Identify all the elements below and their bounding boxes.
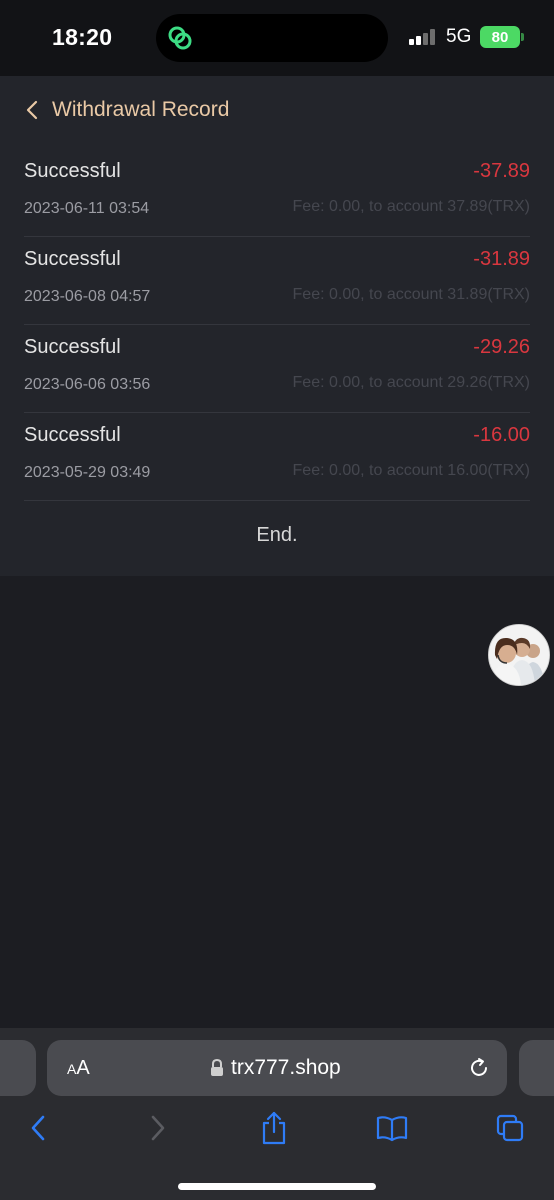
list-item: Successful -16.00 2023-05-29 03:49 Fee: …	[24, 412, 530, 501]
record-status: Successful	[24, 336, 121, 358]
record-amount: -37.89	[473, 160, 530, 182]
network-type: 5G	[446, 26, 472, 47]
tabs-icon	[496, 1114, 524, 1142]
list-end-text: End.	[256, 524, 298, 546]
reader-settings-button[interactable]: AA	[67, 1057, 90, 1080]
aa-small: A	[67, 1061, 77, 1077]
record-date: 2023-06-11 03:54	[24, 200, 150, 217]
url-text: trx777.shop	[231, 1056, 341, 1079]
record-status: Successful	[24, 248, 121, 270]
browser-toolbar	[0, 1108, 554, 1148]
share-icon	[262, 1111, 286, 1145]
support-agents-icon	[489, 625, 549, 685]
page-title: Withdrawal Record	[52, 98, 230, 121]
lock-icon	[211, 1059, 223, 1076]
bookmarks-button[interactable]	[372, 1108, 412, 1148]
previous-tab-preview[interactable]	[0, 1040, 36, 1096]
address-bar[interactable]: AA trx777.shop	[47, 1040, 507, 1096]
chevron-left-icon	[31, 1115, 45, 1141]
record-fee: Fee: 0.00, to account 31.89(TRX)	[292, 286, 530, 303]
customer-support-button[interactable]	[488, 624, 550, 686]
record-amount: -31.89	[473, 248, 530, 270]
record-fee: Fee: 0.00, to account 29.26(TRX)	[292, 374, 530, 391]
record-date: 2023-06-06 03:56	[24, 376, 151, 393]
record-date: 2023-05-29 03:49	[24, 464, 151, 481]
battery-tip	[521, 33, 524, 41]
link-icon	[168, 26, 192, 50]
record-date: 2023-06-08 04:57	[24, 288, 151, 305]
status-time: 18:20	[52, 24, 113, 50]
list-item: Successful -29.26 2023-06-06 03:56 Fee: …	[24, 324, 530, 413]
book-icon	[376, 1116, 408, 1142]
browser-bar: AA trx777.shop	[0, 1028, 554, 1200]
withdrawal-record-panel: Withdrawal Record Successful -37.89 2023…	[0, 76, 554, 576]
battery-icon: 80	[480, 26, 520, 48]
back-button[interactable]: Withdrawal Record	[24, 98, 229, 122]
chevron-left-icon	[26, 100, 38, 120]
battery-level: 80	[491, 28, 509, 46]
forward-nav-button[interactable]	[138, 1108, 178, 1148]
aa-large: A	[76, 1057, 90, 1079]
next-tab-preview[interactable]	[519, 1040, 554, 1096]
home-indicator	[178, 1183, 376, 1190]
dynamic-island	[156, 14, 388, 62]
back-nav-button[interactable]	[18, 1108, 58, 1148]
tabs-button[interactable]	[490, 1108, 530, 1148]
record-amount: -16.00	[473, 424, 530, 446]
status-bar: 18:20 5G 80	[0, 0, 554, 76]
chevron-right-icon	[151, 1115, 165, 1141]
record-amount: -29.26	[473, 336, 530, 358]
list-item: Successful -37.89 2023-06-11 03:54 Fee: …	[24, 148, 530, 237]
record-status: Successful	[24, 160, 121, 182]
list-item: Successful -31.89 2023-06-08 04:57 Fee: …	[24, 236, 530, 325]
record-fee: Fee: 0.00, to account 37.89(TRX)	[292, 198, 530, 215]
cellular-signal-icon	[409, 29, 435, 45]
reload-icon[interactable]	[467, 1056, 491, 1080]
record-status: Successful	[24, 424, 121, 446]
record-fee: Fee: 0.00, to account 16.00(TRX)	[292, 462, 530, 479]
share-button[interactable]	[254, 1108, 294, 1148]
